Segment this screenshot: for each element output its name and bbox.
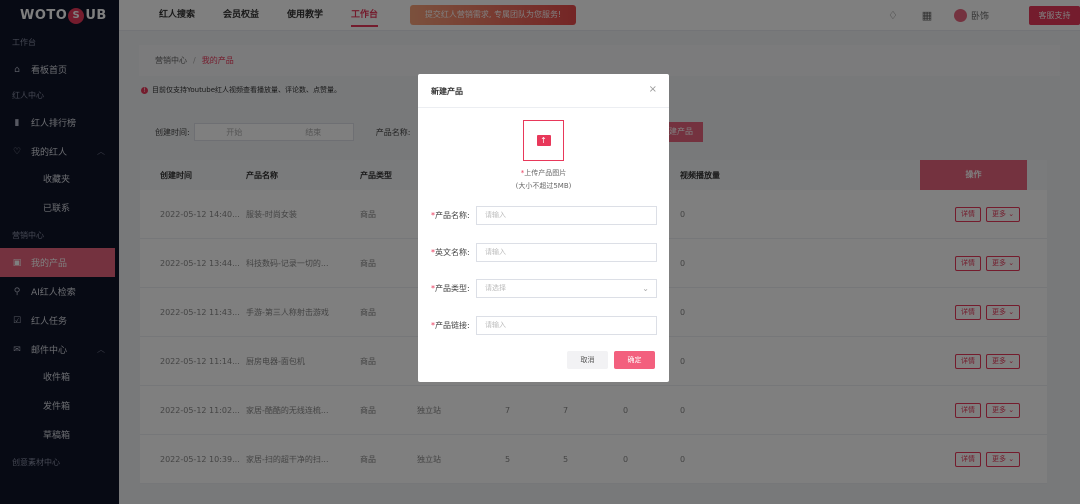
upload-label-text: 上传产品图片 <box>524 169 567 177</box>
confirm-button[interactable]: 确定 <box>614 351 655 369</box>
chevron-down-icon: ⌄ <box>642 284 649 293</box>
field-label: *产品名称: <box>431 210 476 221</box>
product-name-input[interactable]: 请输入 <box>476 206 657 225</box>
upload-hint: (大小不超过5MB) <box>515 182 572 190</box>
upload-label: *上传产品图片 <box>418 168 669 178</box>
dialog-divider <box>418 107 669 108</box>
cancel-button[interactable]: 取消 <box>567 351 608 369</box>
field-label-text: 产品类型: <box>435 284 470 293</box>
field-label-text: 产品链接: <box>435 321 470 330</box>
select-placeholder: 请选择 <box>485 284 506 292</box>
product-link-input[interactable]: 请输入 <box>476 316 657 335</box>
field-label: *产品链接: <box>431 320 476 331</box>
field-product-type: *产品类型: 请选择 ⌄ <box>431 279 657 298</box>
new-product-dialog: 新建产品 × ↑ *上传产品图片 (大小不超过5MB) *产品名称: 请输入 *… <box>418 74 669 382</box>
field-product-name: *产品名称: 请输入 <box>431 206 657 225</box>
field-label-text: 英文名称: <box>435 248 470 257</box>
field-english-name: *英文名称: 请输入 <box>431 243 657 262</box>
dialog-title: 新建产品 <box>431 87 463 96</box>
product-type-select[interactable]: 请选择 ⌄ <box>476 279 657 298</box>
image-upload-box[interactable]: ↑ <box>523 120 564 161</box>
english-name-input[interactable]: 请输入 <box>476 243 657 262</box>
upload-folder-icon: ↑ <box>536 135 551 146</box>
close-icon[interactable]: × <box>649 84 657 95</box>
field-label: *产品类型: <box>431 283 476 294</box>
field-product-link: *产品链接: 请输入 <box>431 316 657 335</box>
field-label-text: 产品名称: <box>435 211 470 220</box>
field-label: *英文名称: <box>431 247 476 258</box>
